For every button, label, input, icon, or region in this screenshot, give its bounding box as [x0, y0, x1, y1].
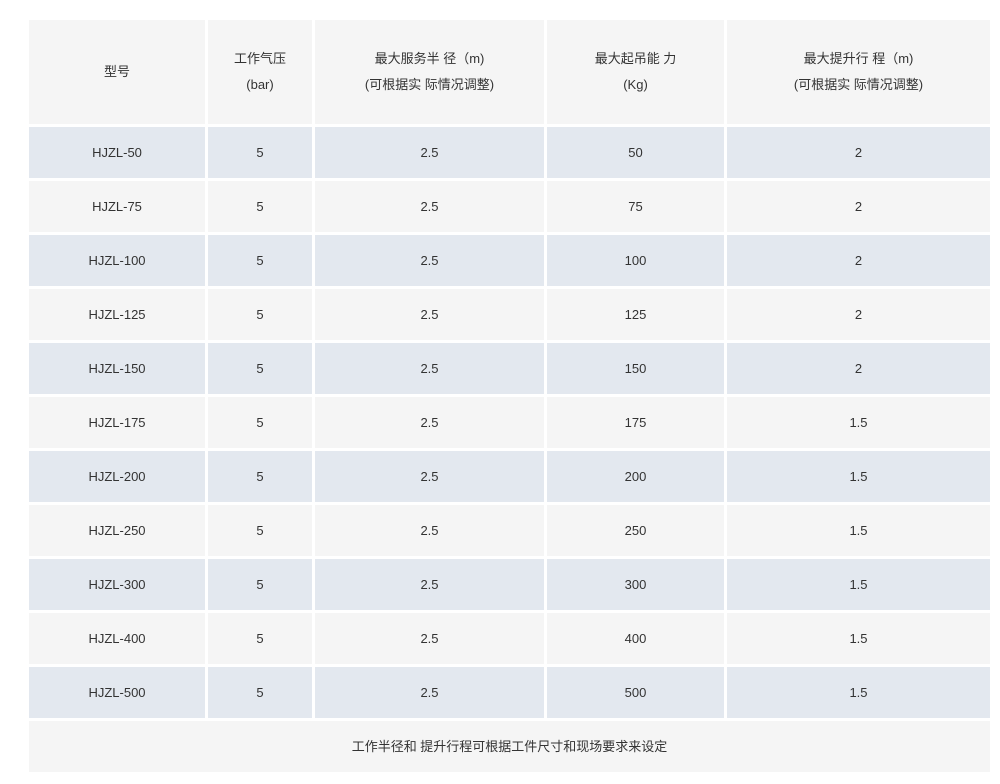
table-row: HJZL-200 5 2.5 200 1.5 [29, 451, 990, 502]
footer-note: 工作半径和 提升行程可根据工件尺寸和现场要求来设定 [29, 721, 990, 772]
cell-capacity: 75 [547, 181, 724, 232]
cell-capacity: 100 [547, 235, 724, 286]
cell-lift: 1.5 [727, 451, 990, 502]
header-capacity-line2: (Kg) [623, 77, 648, 92]
cell-model: HJZL-500 [29, 667, 205, 718]
cell-capacity: 150 [547, 343, 724, 394]
cell-radius: 2.5 [315, 559, 544, 610]
cell-lift: 1.5 [727, 667, 990, 718]
header-radius-line1: 最大服务半 径（m) [374, 51, 485, 66]
header-row: 型号 工作气压 (bar) 最大服务半 径（m) (可根据实 际情况调整) 最大… [29, 20, 990, 124]
cell-lift: 1.5 [727, 397, 990, 448]
cell-capacity: 500 [547, 667, 724, 718]
header-capacity: 最大起吊能 力 (Kg) [547, 20, 724, 124]
cell-capacity: 400 [547, 613, 724, 664]
cell-radius: 2.5 [315, 505, 544, 556]
header-pressure: 工作气压 (bar) [208, 20, 312, 124]
cell-radius: 2.5 [315, 343, 544, 394]
cell-pressure: 5 [208, 559, 312, 610]
cell-model: HJZL-250 [29, 505, 205, 556]
header-model: 型号 [29, 20, 205, 124]
cell-capacity: 50 [547, 127, 724, 178]
spec-table-container: 型号 工作气压 (bar) 最大服务半 径（m) (可根据实 际情况调整) 最大… [29, 20, 990, 772]
cell-capacity: 125 [547, 289, 724, 340]
header-pressure-line1: 工作气压 [233, 51, 286, 66]
cell-pressure: 5 [208, 289, 312, 340]
cell-radius: 2.5 [315, 181, 544, 232]
cell-pressure: 5 [208, 127, 312, 178]
table-row: HJZL-500 5 2.5 500 1.5 [29, 667, 990, 718]
cell-lift: 2 [727, 289, 990, 340]
cell-pressure: 5 [208, 451, 312, 502]
table-row: HJZL-300 5 2.5 300 1.5 [29, 559, 990, 610]
table-row: HJZL-100 5 2.5 100 2 [29, 235, 990, 286]
cell-radius: 2.5 [315, 451, 544, 502]
table-row: HJZL-150 5 2.5 150 2 [29, 343, 990, 394]
cell-pressure: 5 [208, 397, 312, 448]
header-radius: 最大服务半 径（m) (可根据实 际情况调整) [315, 20, 544, 124]
cell-pressure: 5 [208, 505, 312, 556]
cell-radius: 2.5 [315, 397, 544, 448]
cell-capacity: 200 [547, 451, 724, 502]
table-row: HJZL-250 5 2.5 250 1.5 [29, 505, 990, 556]
table-row: HJZL-50 5 2.5 50 2 [29, 127, 990, 178]
cell-model: HJZL-400 [29, 613, 205, 664]
cell-lift: 1.5 [727, 613, 990, 664]
header-radius-line2: (可根据实 际情况调整) [364, 77, 495, 92]
header-capacity-line1: 最大起吊能 力 [594, 51, 677, 66]
cell-lift: 2 [727, 343, 990, 394]
cell-radius: 2.5 [315, 289, 544, 340]
table-body: HJZL-50 5 2.5 50 2 HJZL-75 5 2.5 75 2 HJZL-100 5 2.5… [29, 127, 990, 718]
cell-pressure: 5 [208, 613, 312, 664]
cell-model: HJZL-75 [29, 181, 205, 232]
table-header: 型号 工作气压 (bar) 最大服务半 径（m) (可根据实 际情况调整) 最大… [29, 20, 990, 124]
header-lift-line1: 最大提升行 程（m) [803, 51, 914, 66]
cell-radius: 2.5 [315, 667, 544, 718]
cell-capacity: 175 [547, 397, 724, 448]
cell-pressure: 5 [208, 667, 312, 718]
cell-pressure: 5 [208, 235, 312, 286]
table-row: HJZL-75 5 2.5 75 2 [29, 181, 990, 232]
spec-table: 型号 工作气压 (bar) 最大服务半 径（m) (可根据实 际情况调整) 最大… [26, 17, 993, 775]
header-pressure-line2: (bar) [246, 77, 274, 92]
cell-model: HJZL-150 [29, 343, 205, 394]
cell-lift: 2 [727, 235, 990, 286]
cell-model: HJZL-100 [29, 235, 205, 286]
footer-row: 工作半径和 提升行程可根据工件尺寸和现场要求来设定 [29, 721, 990, 772]
cell-radius: 2.5 [315, 613, 544, 664]
cell-model: HJZL-125 [29, 289, 205, 340]
header-model-line1: 型号 [103, 64, 130, 79]
cell-lift: 2 [727, 127, 990, 178]
table-row: HJZL-400 5 2.5 400 1.5 [29, 613, 990, 664]
cell-lift: 2 [727, 181, 990, 232]
header-lift-line2: (可根据实 际情况调整) [793, 77, 924, 92]
cell-pressure: 5 [208, 181, 312, 232]
cell-radius: 2.5 [315, 235, 544, 286]
cell-model: HJZL-200 [29, 451, 205, 502]
table-row: HJZL-175 5 2.5 175 1.5 [29, 397, 990, 448]
cell-model: HJZL-300 [29, 559, 205, 610]
cell-pressure: 5 [208, 343, 312, 394]
cell-lift: 1.5 [727, 505, 990, 556]
cell-model: HJZL-50 [29, 127, 205, 178]
cell-lift: 1.5 [727, 559, 990, 610]
table-row: HJZL-125 5 2.5 125 2 [29, 289, 990, 340]
header-lift: 最大提升行 程（m) (可根据实 际情况调整) [727, 20, 990, 124]
cell-radius: 2.5 [315, 127, 544, 178]
table-footer: 工作半径和 提升行程可根据工件尺寸和现场要求来设定 [29, 721, 990, 772]
cell-capacity: 250 [547, 505, 724, 556]
cell-model: HJZL-175 [29, 397, 205, 448]
cell-capacity: 300 [547, 559, 724, 610]
